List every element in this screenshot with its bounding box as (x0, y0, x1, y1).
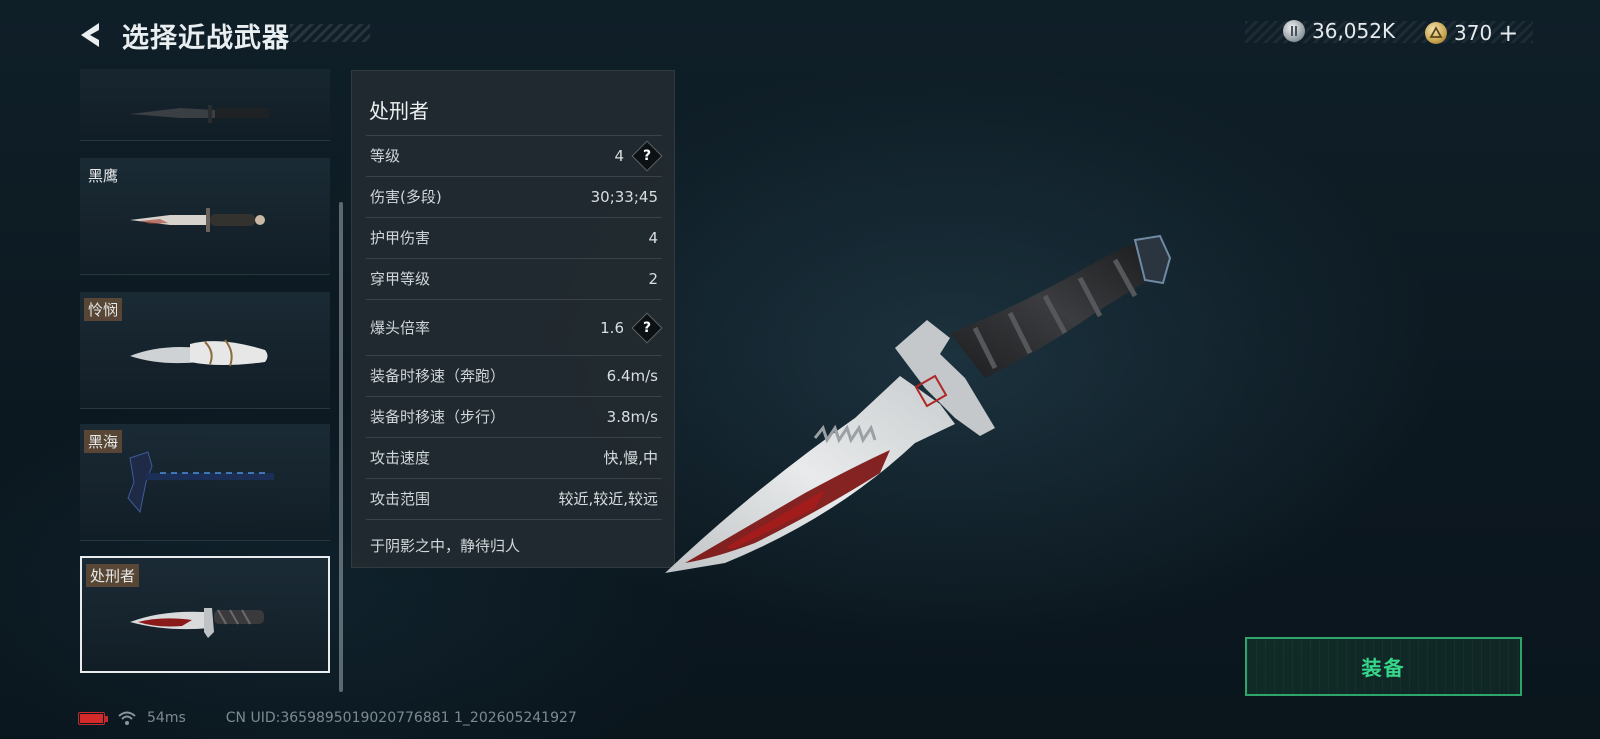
stat-row-attack-speed: 攻击速度 快,慢,中 (366, 437, 662, 477)
battery-low-icon (78, 711, 108, 725)
coin-value: 36,052K (1312, 19, 1396, 43)
stat-row-run-speed: 装备时移速（奔跑） 6.4m/s (366, 355, 662, 395)
title-decoration (290, 24, 370, 42)
weapon-name: 怜悯 (84, 298, 123, 321)
weapon-list[interactable]: 黑鹰 怜悯 黑海 处刑者 (80, 69, 330, 686)
weapon-card-black-eagle[interactable]: 黑鹰 (80, 158, 330, 275)
stat-row-attack-range: 攻击范围 较近,较近,较远 (366, 478, 662, 518)
wifi-icon (118, 711, 136, 725)
stat-label: 护甲伤害 (370, 229, 431, 247)
stat-row-level: 等级 4 ? (366, 135, 663, 175)
chevron-left-icon (81, 23, 99, 47)
quote-divider (366, 519, 662, 520)
tomahawk-image (127, 451, 274, 514)
stat-label: 穿甲等级 (370, 270, 431, 288)
user-uid: CN UID:3659895019020776881 1_20260524192… (225, 710, 577, 726)
weapon-detail-name: 处刑者 (369, 99, 429, 123)
back-button[interactable] (72, 18, 112, 52)
weapon-name: 黑海 (84, 430, 123, 453)
stat-value: 快,慢,中 (603, 449, 658, 467)
stat-value-wrap: 4 ? (614, 139, 663, 172)
stat-label: 装备时移速（步行） (370, 408, 506, 426)
stat-value: 30;33;45 (590, 187, 658, 206)
stat-value: 6.4m/s (606, 366, 658, 385)
stat-value: 2 (648, 269, 658, 288)
help-symbol: ? (642, 319, 652, 336)
weapon-card-mercy[interactable]: 怜悯 (80, 292, 330, 409)
stat-value: 4 (648, 228, 658, 247)
stat-label: 装备时移速（奔跑） (370, 367, 506, 385)
weapon-card-combat-knife[interactable] (80, 69, 330, 141)
game-screen: 选择近战武器 36,052K 370 + 黑鹰 怜悯 黑海 处刑者 处刑者 等级… (0, 0, 1600, 739)
weapon-flavor-text: 于阴影之中，静待归人 (370, 537, 521, 555)
silver-coin-icon (1283, 20, 1305, 42)
stat-row-armor-damage: 护甲伤害 4 (366, 217, 662, 257)
ping-value: 54ms (147, 710, 186, 726)
executioner-knife-image (130, 608, 264, 638)
help-icon[interactable]: ? (631, 311, 663, 344)
stat-label: 攻击范围 (370, 490, 431, 508)
status-bar: 54ms CN UID:3659895019020776881 1_202605… (78, 708, 577, 728)
stat-value: 4 (614, 146, 624, 165)
combat-knife-image (130, 105, 270, 123)
executioner-knife-hero-image (665, 234, 1172, 573)
equip-button[interactable]: 装备 (1245, 637, 1522, 696)
ornate-knife-image (130, 339, 268, 367)
stat-row-damage: 伤害(多段) 30;33;45 (366, 176, 662, 216)
gold-triangle-coin-icon (1425, 22, 1447, 44)
stat-value: 3.8m/s (606, 407, 658, 426)
weapon-card-black-sea[interactable]: 黑海 (80, 424, 330, 541)
dagger-image (130, 208, 265, 232)
stat-value: 较近,较近,较远 (558, 490, 658, 508)
stat-value: 1.6 (600, 318, 624, 337)
help-symbol: ? (642, 147, 652, 164)
weapon-name: 处刑者 (86, 564, 140, 587)
stat-label: 伤害(多段) (370, 188, 442, 206)
add-currency-button[interactable]: + (1498, 19, 1518, 47)
stat-label: 等级 (370, 147, 401, 165)
stat-label: 攻击速度 (370, 449, 431, 467)
coin-balance: 36,052K (1283, 19, 1395, 43)
help-icon[interactable]: ? (631, 139, 663, 172)
premium-value: 370 (1454, 21, 1493, 45)
page-title: 选择近战武器 (122, 23, 290, 54)
stat-value-wrap: 1.6 ? (600, 311, 663, 344)
weapon-detail-panel: 处刑者 等级 4 ? 伤害(多段) 30;33;45 护甲伤害 4 穿甲等级 2… (351, 70, 675, 568)
list-scrollbar[interactable] (339, 202, 343, 692)
equip-label: 装备 (1361, 656, 1406, 680)
stat-row-walk-speed: 装备时移速（步行） 3.8m/s (366, 396, 662, 436)
stat-row-penetration: 穿甲等级 2 (366, 258, 662, 298)
weapon-name: 黑鹰 (88, 167, 119, 185)
premium-balance: 370 + (1425, 19, 1518, 47)
stat-row-headshot: 爆头倍率 1.6 ? (366, 299, 663, 355)
weapon-card-executioner[interactable]: 处刑者 (80, 556, 330, 673)
stat-label: 爆头倍率 (370, 319, 431, 337)
